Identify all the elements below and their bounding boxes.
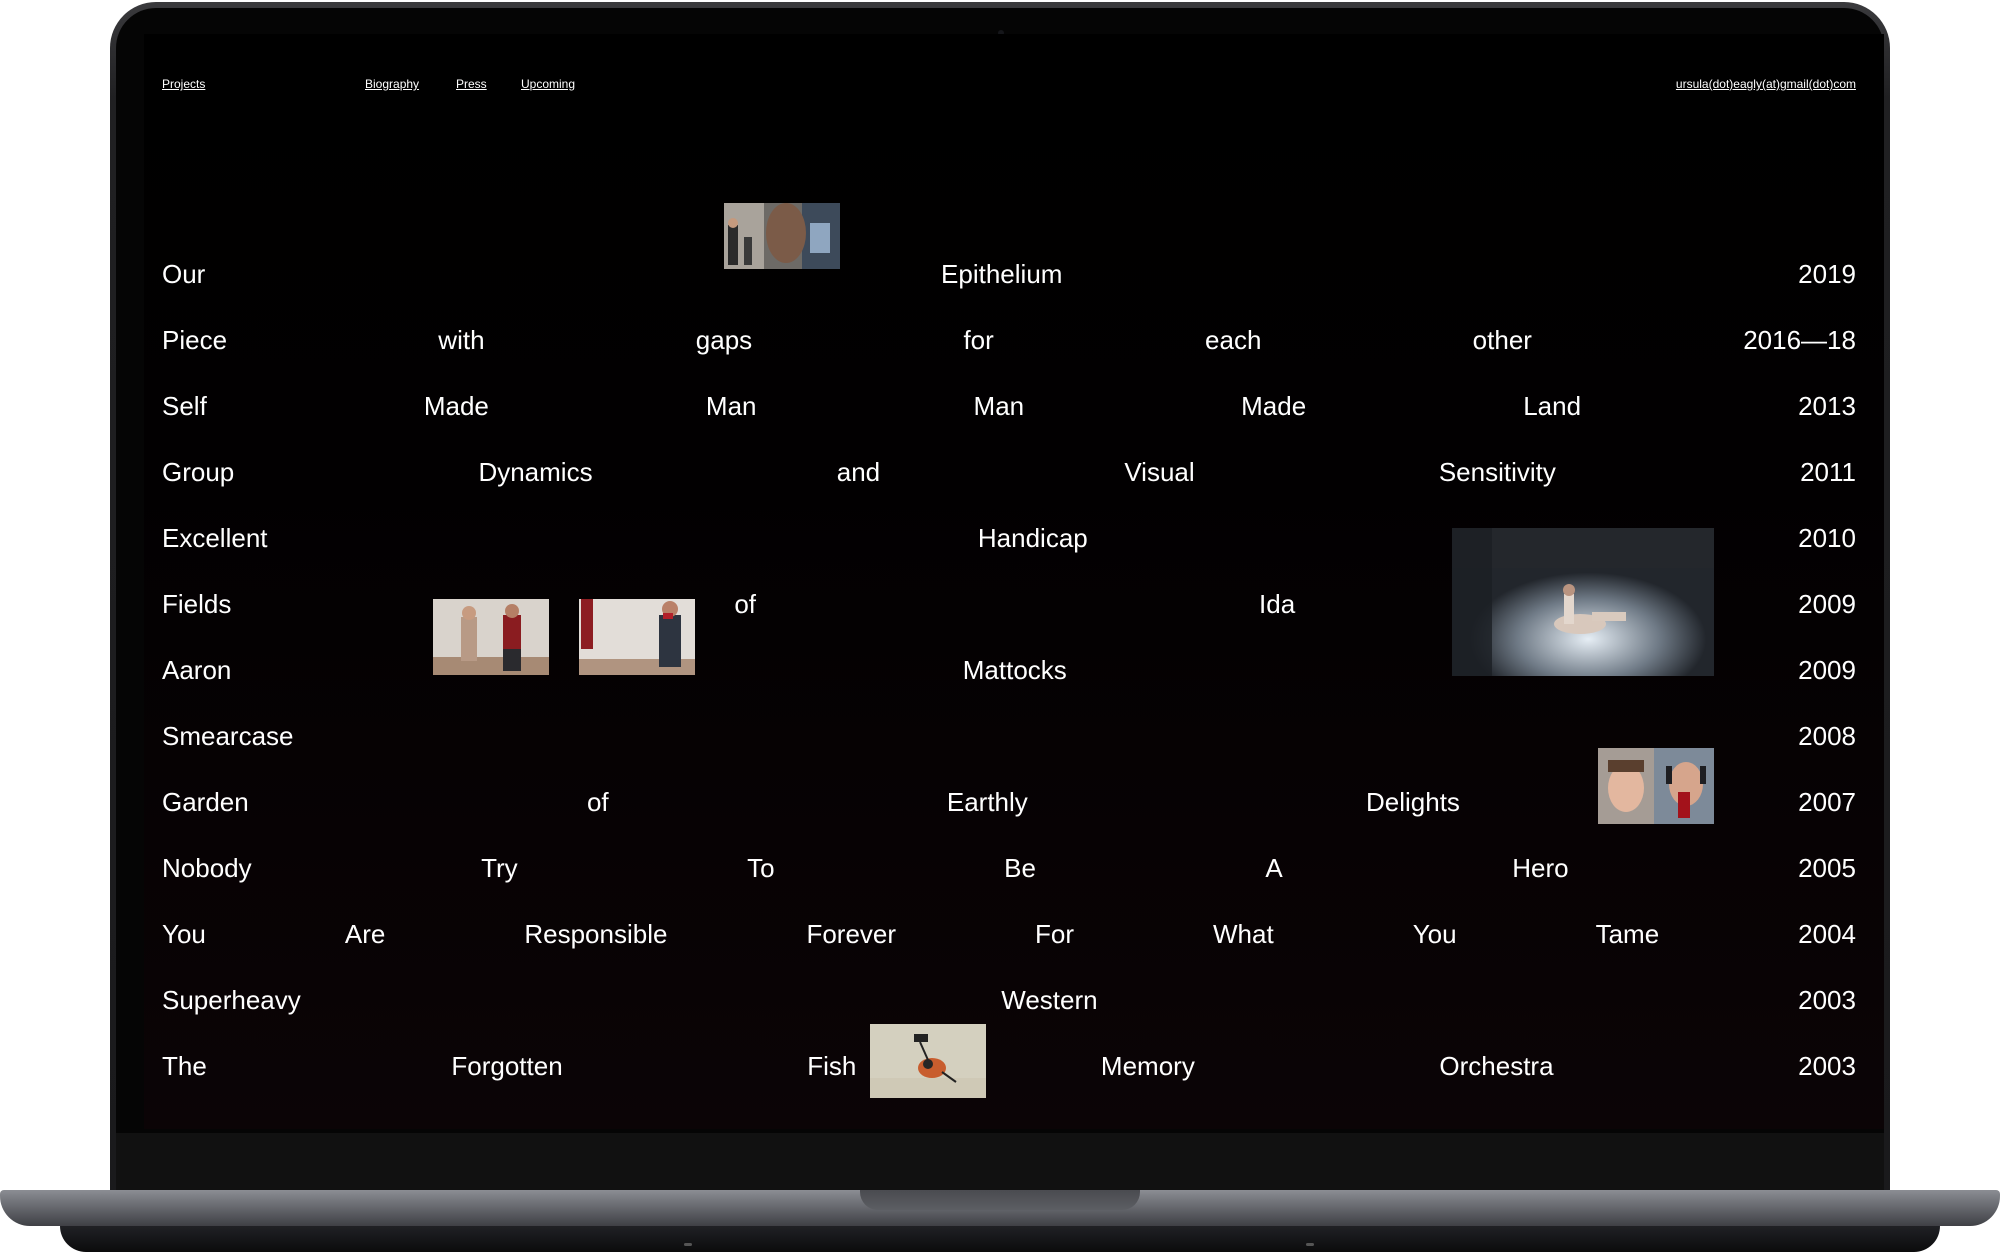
project-title-word: Handicap	[977, 522, 1088, 553]
project-row[interactable]: Superheavy Western 2003	[162, 980, 1856, 1020]
project-row[interactable]: Fields of Ida 2009	[162, 584, 1856, 624]
project-title-word: other	[1472, 324, 1532, 355]
project-title-word: Try	[481, 852, 518, 883]
project-title-word: Land	[1523, 390, 1582, 421]
project-title-word: Ida	[1259, 588, 1296, 619]
project-row[interactable]: Our Epithelium 2019	[162, 254, 1856, 294]
project-title-word: Be	[1004, 852, 1036, 883]
project-row[interactable]: Garden of Earthly Delights 2007	[162, 782, 1856, 822]
project-year: 2013	[1798, 390, 1856, 421]
project-title-word: Made	[423, 390, 489, 421]
laptop-foot	[1306, 1243, 1314, 1246]
project-title-word: Responsible	[524, 918, 668, 949]
project-row[interactable]: Piece with gaps for each other 2016—18	[162, 320, 1856, 360]
project-title-word: of	[586, 786, 609, 817]
project-title-word: Memory	[1100, 1050, 1195, 1081]
project-title-word: Mattocks	[962, 654, 1067, 685]
browser-screen: Projects Biography Press Upcoming ursula…	[144, 34, 1884, 1129]
project-row[interactable]: Self Made Man Man Made Land 2013	[162, 386, 1856, 426]
project-title-word: Tame	[1595, 918, 1660, 949]
project-title-word: Made	[1241, 390, 1307, 421]
laptop-chin	[116, 1133, 1884, 1195]
project-row[interactable]: You Are Responsible Forever For What You Tame 20…	[162, 914, 1856, 954]
project-row[interactable]: The Forgotten Fish Memory Orchestra 2003	[162, 1046, 1856, 1086]
project-title-word: To	[747, 852, 775, 883]
project-title-word: Epithelium	[941, 258, 1063, 289]
project-year: 2016—18	[1743, 324, 1856, 355]
email-link[interactable]: ursula(dot)eagly(at)gmail(dot)com	[1676, 77, 1856, 91]
project-title-word: Piece	[162, 324, 228, 355]
project-title-word: Self	[162, 390, 207, 421]
project-year: 2004	[1798, 918, 1856, 949]
nav-upcoming-link[interactable]: Upcoming	[521, 77, 575, 91]
project-year: 2008	[1798, 720, 1856, 751]
project-title-word: Are	[344, 918, 386, 949]
project-row[interactable]: Smearcase 2008	[162, 716, 1856, 756]
project-title-word: each	[1205, 324, 1262, 355]
project-title-word: Delights	[1366, 786, 1460, 817]
project-title-word: Excellent	[162, 522, 268, 553]
project-title-word: Garden	[162, 786, 249, 817]
project-year: 2011	[1800, 456, 1856, 487]
project-year: 2009	[1798, 588, 1856, 619]
project-title-word: Hero	[1512, 852, 1569, 883]
project-year: 2003	[1798, 984, 1856, 1015]
project-row[interactable]: Excellent Handicap 2010	[162, 518, 1856, 558]
project-row[interactable]: Group Dynamics and Visual Sensitivity 2011	[162, 452, 1856, 492]
project-row[interactable]: Aaron Mattocks 2009	[162, 650, 1856, 690]
project-title-word: You	[162, 918, 206, 949]
project-year: 2005	[1798, 852, 1856, 883]
project-title-word: Our	[162, 258, 206, 289]
project-title-word: You	[1412, 918, 1457, 949]
project-row[interactable]: Nobody Try To Be A Hero 2005	[162, 848, 1856, 888]
project-year: 2019	[1798, 258, 1856, 289]
project-year: 2003	[1798, 1050, 1856, 1081]
nav-press-link[interactable]: Press	[456, 77, 487, 91]
project-title-word: Nobody	[162, 852, 252, 883]
project-title-word: Visual	[1124, 456, 1195, 487]
project-year: 2007	[1798, 786, 1856, 817]
nav-biography-link[interactable]: Biography	[365, 77, 419, 91]
project-title-word: with	[438, 324, 485, 355]
project-title-word: Fish	[807, 1050, 857, 1081]
project-title-word: gaps	[695, 324, 753, 355]
project-title-word: The	[162, 1050, 207, 1081]
laptop-base-shadow	[60, 1226, 1940, 1252]
project-title-word: Superheavy	[162, 984, 301, 1015]
laptop-notch	[860, 1190, 1140, 1210]
project-title-word: Man	[973, 390, 1025, 421]
project-title-word: Man	[705, 390, 757, 421]
project-title-word: Group	[162, 456, 235, 487]
project-title-word: Forever	[806, 918, 897, 949]
project-title-word: Smearcase	[162, 720, 294, 751]
project-title-word: Earthly	[946, 786, 1028, 817]
project-title-word: Aaron	[162, 654, 232, 685]
project-title-word: A	[1265, 852, 1283, 883]
project-title-word: Fields	[162, 588, 232, 619]
project-title-word: Western	[1001, 984, 1098, 1015]
project-title-word: For	[1035, 918, 1075, 949]
project-title-word: Forgotten	[451, 1050, 563, 1081]
project-year: 2009	[1798, 654, 1856, 685]
laptop-foot	[684, 1243, 692, 1246]
project-title-word: Sensitivity	[1438, 456, 1556, 487]
project-title-word: Dynamics	[478, 456, 593, 487]
project-title-word: for	[963, 324, 994, 355]
nav-projects-link[interactable]: Projects	[162, 77, 205, 91]
project-title-word: of	[734, 588, 757, 619]
project-title-word: Orchestra	[1439, 1050, 1554, 1081]
project-title-word: and	[836, 456, 881, 487]
project-year: 2010	[1798, 522, 1856, 553]
project-title-word: What	[1213, 918, 1274, 949]
